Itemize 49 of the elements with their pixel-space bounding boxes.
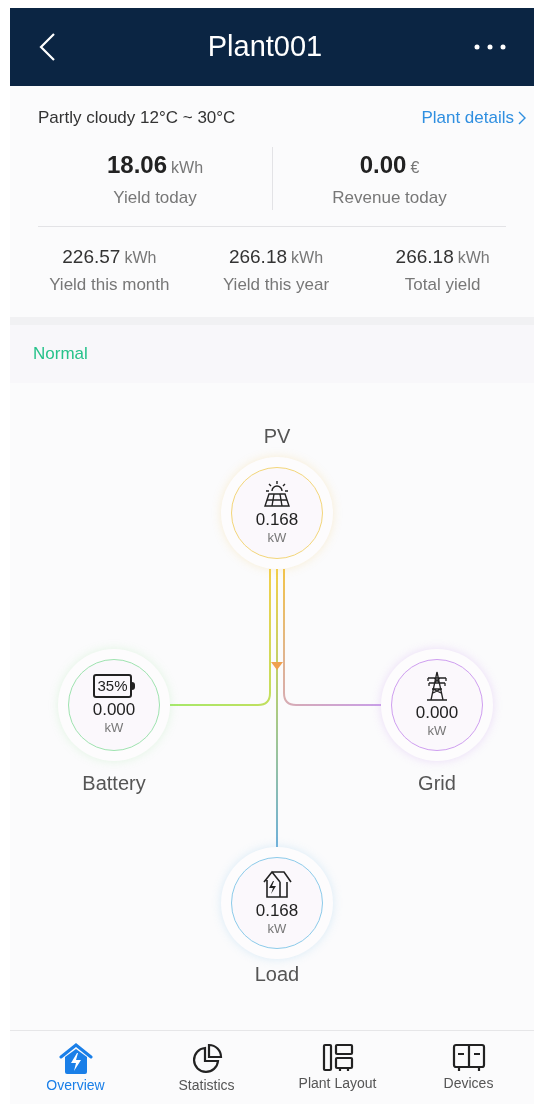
status-text: Normal xyxy=(33,343,88,366)
stat-value: 226.57 xyxy=(62,245,121,269)
layout-icon xyxy=(321,1043,354,1073)
devices-icon xyxy=(451,1043,486,1073)
power-value: 0.168 xyxy=(255,901,299,921)
node-label: Load xyxy=(254,962,300,986)
pie-chart-icon xyxy=(190,1043,223,1075)
solar-panel-icon xyxy=(262,480,292,508)
stat-value: 18.06 xyxy=(106,149,168,180)
power-unit: kW xyxy=(104,720,124,736)
stat-unit: kWh xyxy=(124,248,157,268)
stat-label: Yield this month xyxy=(49,273,170,296)
node-label: PV xyxy=(263,424,291,448)
stat-value: 0.00 xyxy=(359,149,407,180)
stat-unit: kWh xyxy=(291,248,324,268)
page-title: Plant001 xyxy=(207,29,323,65)
flow-node[interactable]: 35% 0.000 kW xyxy=(58,649,170,761)
back-icon[interactable] xyxy=(38,32,56,62)
power-unit: kW xyxy=(267,530,287,546)
flow-node[interactable]: 0.168 kW xyxy=(221,457,333,569)
chevron-right-icon xyxy=(518,110,526,125)
stat-label: Yield today xyxy=(113,186,197,209)
tab[interactable]: Overview xyxy=(10,1043,141,1104)
stat-unit: kWh xyxy=(457,248,490,268)
home-bolt-icon xyxy=(58,1043,93,1075)
tab[interactable]: Devices xyxy=(403,1043,534,1104)
stat-label: Yield this year xyxy=(222,273,330,296)
power-unit: kW xyxy=(427,723,447,739)
tab[interactable]: Statistics xyxy=(141,1043,272,1104)
power-value: 0.168 xyxy=(255,510,299,530)
stat-label: Total yield xyxy=(404,273,481,296)
house-bolt-icon xyxy=(261,869,293,899)
tab[interactable]: Plant Layout xyxy=(272,1043,403,1104)
stat-unit: kWh xyxy=(171,157,204,178)
battery-charge: 35% xyxy=(93,674,132,698)
stat-unit: € xyxy=(410,157,420,178)
stat-value: 266.18 xyxy=(228,245,288,269)
flow-node[interactable]: 0.168 kW xyxy=(221,847,333,959)
stat-label: Revenue today xyxy=(332,186,447,209)
power-value: 0.000 xyxy=(415,703,459,723)
battery-terminal xyxy=(131,682,135,690)
more-icon[interactable] xyxy=(474,44,506,50)
weather-text: Partly cloudy 12°C ~ 30°C xyxy=(38,107,236,129)
flow-node[interactable]: 0.000 kW xyxy=(381,649,493,761)
power-value: 0.000 xyxy=(92,700,136,720)
node-label: Grid xyxy=(418,771,456,795)
node-label: Battery xyxy=(82,771,146,795)
power-unit: kW xyxy=(267,921,287,937)
stat-value: 266.18 xyxy=(395,245,454,269)
